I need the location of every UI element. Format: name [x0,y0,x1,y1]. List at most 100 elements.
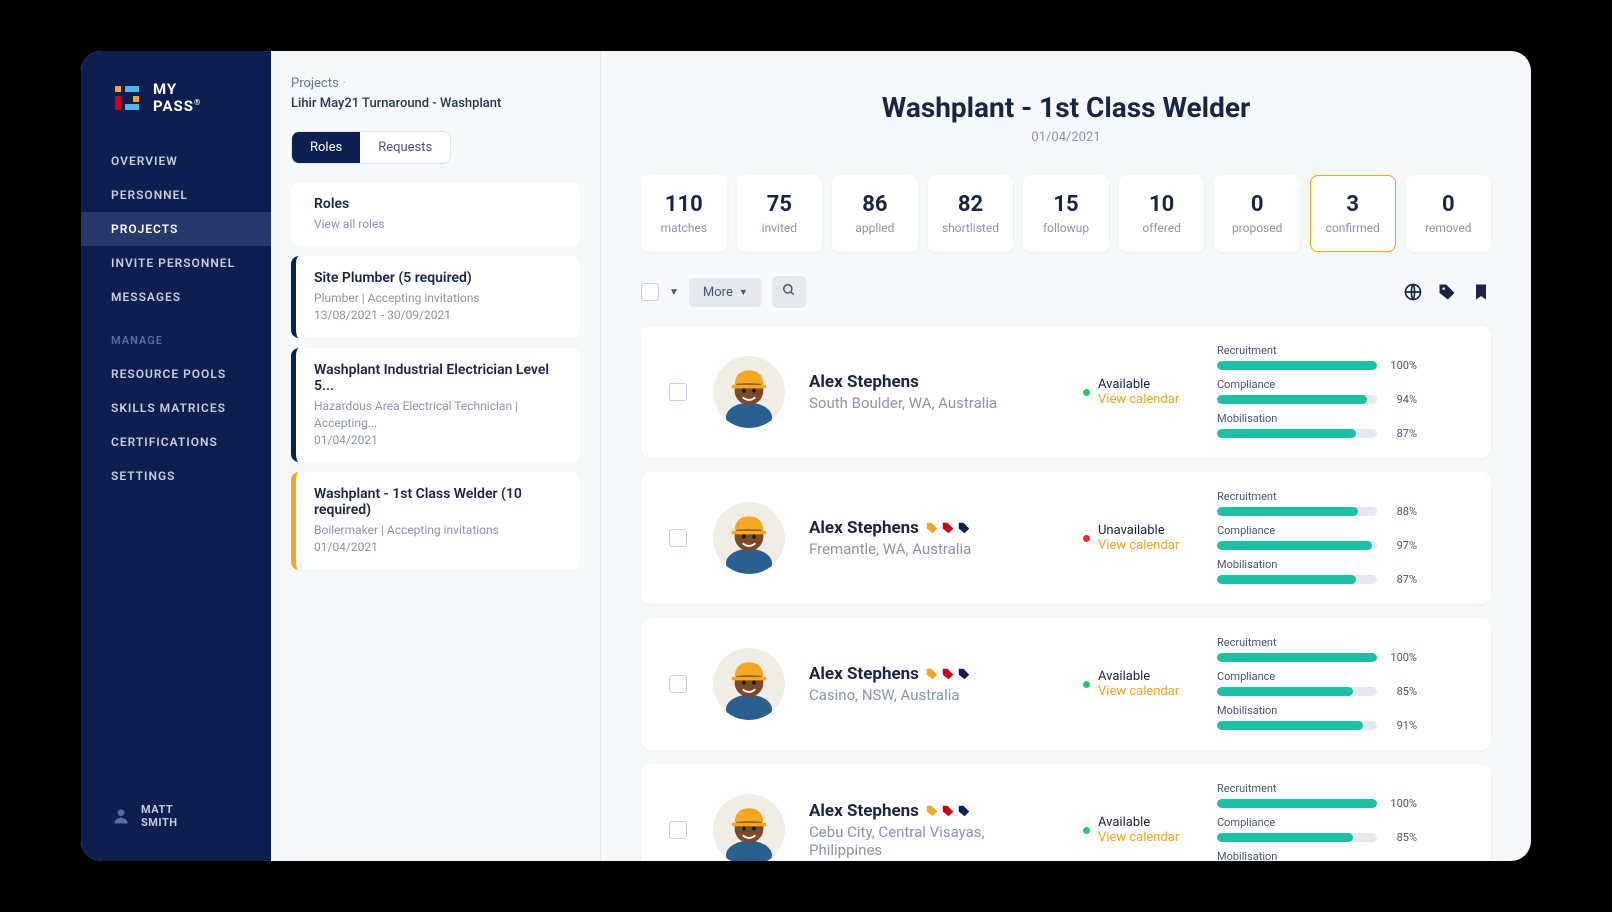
logo-text: MY PASS® [153,81,201,114]
breadcrumb[interactable]: Projects· [291,76,580,91]
view-calendar-link[interactable]: View calendar [1098,392,1179,407]
stat-card-offered[interactable]: 10offered [1119,175,1205,252]
roles-panel: Projects· Lihir May21 Turnaround - Washp… [271,51,601,861]
person-metrics: Recruitment100%Compliance85%Mobilisation… [1217,636,1417,732]
select-all-checkbox[interactable] [641,283,659,301]
tag-icon[interactable] [1437,282,1457,302]
person-name[interactable]: Alex Stephens [809,518,1059,538]
person-card: Alex Stephens South Boulder, WA, Austral… [641,326,1491,458]
nav-item-skills-matrices[interactable]: SKILLS MATRICES [81,391,271,425]
person-checkbox[interactable] [669,383,687,401]
nav-item-messages[interactable]: MESSAGES [81,280,271,314]
tag-badge-icon [957,804,971,818]
availability-status: Available [1098,377,1179,392]
breadcrumb-project: Lihir May21 Turnaround - Washplant [291,95,580,113]
availability-dot-icon [1083,681,1090,688]
progress-bar [1217,395,1377,404]
tag-badge-icon [925,521,939,535]
person-name[interactable]: Alex Stephens [809,801,1059,821]
stat-label: shortlisted [935,221,1007,235]
stat-card-removed[interactable]: 0removed [1406,175,1492,252]
tab-requests[interactable]: Requests [360,132,450,163]
stat-card-matches[interactable]: 110matches [641,175,727,252]
nav-item-overview[interactable]: OVERVIEW [81,144,271,178]
tag-badge-icon [941,804,955,818]
tag-badge-icon [957,521,971,535]
metric-label: Recruitment [1217,636,1417,649]
role-card[interactable]: RolesView all roles [291,182,580,247]
stat-card-followup[interactable]: 15 followup [1023,175,1109,252]
user-profile[interactable]: MATT SMITH [81,791,271,841]
nav-item-invite-personnel[interactable]: INVITE PERSONNEL [81,246,271,280]
toolbar: ▼ More ▼ [641,276,1491,308]
logo-mark-icon [111,82,143,114]
progress-bar [1217,653,1377,662]
stat-number: 15 [1030,192,1102,217]
stat-label: applied [839,221,911,235]
person-avatar[interactable] [713,356,785,428]
progress-percent: 85% [1385,685,1417,698]
role-title: Site Plumber (5 required) [314,270,562,286]
metric-label: Recruitment [1217,344,1417,357]
stat-number: 110 [648,192,720,217]
stat-card-invited[interactable]: 75 invited [737,175,823,252]
role-card[interactable]: Site Plumber (5 required) Plumber | Accep… [291,256,580,338]
progress-percent: 100% [1385,651,1417,664]
availability-status: Available [1098,815,1179,830]
person-checkbox[interactable] [669,821,687,839]
person-metrics: Recruitment100%Compliance85%Mobilisation… [1217,782,1417,861]
stat-label: confirmed [1317,221,1389,235]
availability-status: Unavailable [1098,523,1179,538]
view-calendar-link[interactable]: View calendar [1098,684,1179,699]
view-calendar-link[interactable]: View calendar [1098,830,1179,845]
stat-label: invited [744,221,816,235]
person-name[interactable]: Alex Stephens [809,664,1059,684]
role-subtitle: Boilermaker | Accepting invitations [314,522,562,539]
nav-item-certifications[interactable]: CERTIFICATIONS [81,425,271,459]
stat-card-shortlisted[interactable]: 82shortlisted [928,175,1014,252]
person-location: Fremantle, WA, Australia [809,540,1059,558]
stat-number: 10 [1126,192,1198,217]
bookmark-icon[interactable] [1471,282,1491,302]
nav-item-personnel[interactable]: PERSONNEL [81,178,271,212]
search-button[interactable] [772,276,806,308]
progress-bar [1217,721,1377,730]
metric-label: Compliance [1217,670,1417,683]
tab-roles[interactable]: Roles [292,132,360,163]
role-subtitle: Plumber | Accepting invitations [314,290,562,307]
stat-label: followup [1030,221,1102,235]
role-card[interactable]: Washplant Industrial Electrician Level 5… [291,348,580,462]
person-avatar[interactable] [713,794,785,861]
stat-number: 0 [1221,192,1293,217]
view-calendar-link[interactable]: View calendar [1098,538,1179,553]
person-checkbox[interactable] [669,675,687,693]
role-subtitle: View all roles [314,216,562,233]
stat-card-proposed[interactable]: 0proposed [1214,175,1300,252]
progress-percent: 91% [1385,719,1417,732]
tabs: Roles Requests [291,131,451,164]
page-date: 01/04/2021 [641,130,1491,145]
more-button[interactable]: More ▼ [689,278,762,307]
globe-icon[interactable] [1403,282,1423,302]
progress-percent: 87% [1385,573,1417,586]
stat-number: 75 [744,192,816,217]
nav-item-resource-pools[interactable]: RESOURCE POOLS [81,357,271,391]
select-all-dropdown-icon[interactable]: ▼ [669,287,679,298]
person-name[interactable]: Alex Stephens [809,372,1059,392]
main-content: Washplant - 1st Class Welder 01/04/2021 … [601,51,1531,861]
stat-card-applied[interactable]: 86applied [832,175,918,252]
person-avatar[interactable] [713,648,785,720]
person-avatar[interactable] [713,502,785,574]
progress-percent: 97% [1385,539,1417,552]
tag-badge-icon [925,667,939,681]
progress-bar [1217,687,1377,696]
role-dates: 01/04/2021 [314,539,562,556]
progress-percent: 88% [1385,505,1417,518]
role-card[interactable]: Washplant - 1st Class Welder (10 require… [291,472,580,570]
person-checkbox[interactable] [669,529,687,547]
stat-card-confirmed[interactable]: 3confirmed [1310,175,1396,252]
nav-item-projects[interactable]: PROJECTS [81,212,271,246]
tag-badge-icon [957,667,971,681]
page-title: Washplant - 1st Class Welder [641,91,1491,124]
nav-item-settings[interactable]: SETTINGS [81,459,271,493]
